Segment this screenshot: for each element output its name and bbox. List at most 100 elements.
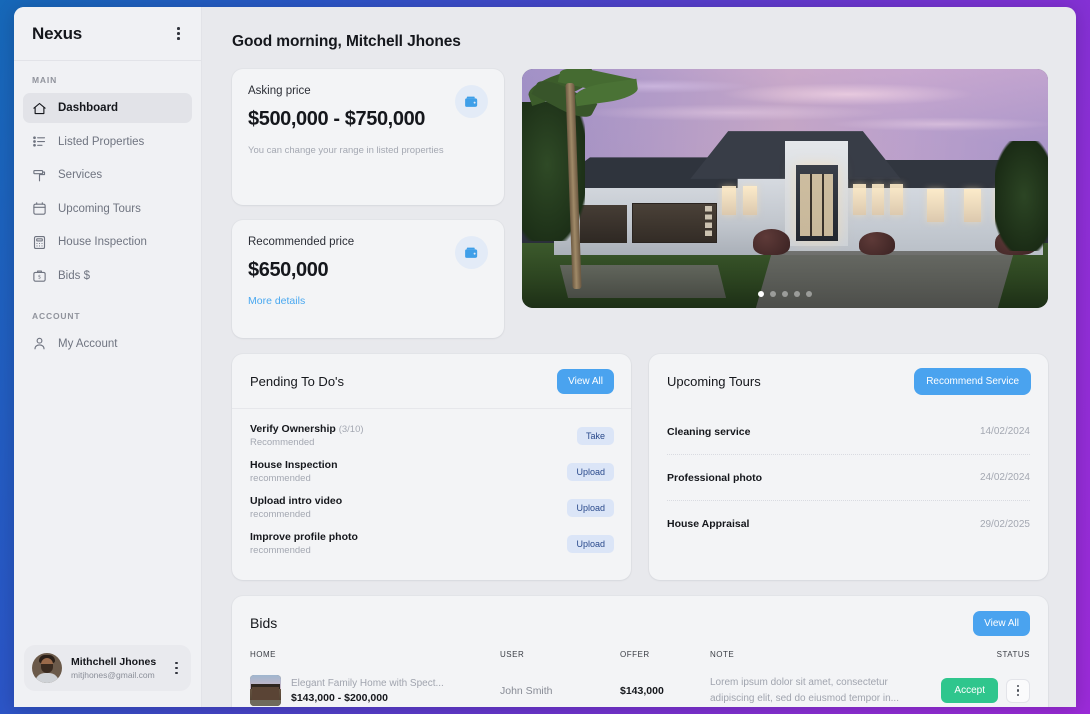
sidebar-item-bids[interactable]: $ Bids $	[23, 261, 192, 291]
dot	[177, 27, 180, 30]
todo-title: Verify Ownership (3/10)	[250, 423, 364, 435]
carousel-dot-2[interactable]	[770, 291, 776, 297]
upcoming-tours-title: Upcoming Tours	[667, 374, 761, 389]
app-brand: Nexus	[32, 23, 83, 43]
window	[742, 186, 757, 215]
recommend-service-button[interactable]: Recommend Service	[914, 368, 1031, 395]
driveway	[755, 250, 1015, 308]
carousel-dot-1[interactable]	[758, 291, 764, 297]
status-cell: Accept	[920, 678, 1030, 703]
table-row[interactable]: Elegant Family Home with Spect... $143,0…	[250, 675, 1030, 706]
list-item[interactable]: Cleaning service 14/02/2024	[667, 409, 1030, 455]
middle-row: Pending To Do's View All Verify Ownershi…	[232, 354, 1048, 580]
recommended-price-label: Recommended price	[248, 236, 355, 248]
todo-subtitle: recommended	[250, 509, 311, 520]
list-item[interactable]: Improve profile photo recommended Upload	[250, 526, 614, 562]
profile-name: Mithchell Jhones	[71, 656, 157, 669]
sidebar-item-my-account[interactable]: My Account	[23, 329, 192, 359]
todo-title: Improve profile photo	[250, 531, 358, 543]
list-item[interactable]: House Inspection recommended Upload	[250, 454, 614, 490]
paint-roller-icon	[32, 168, 47, 183]
tree-right	[995, 140, 1048, 251]
table-header-row: HOME USER OFFER NOTE STATUS	[250, 650, 1030, 675]
pending-todos-title: Pending To Do's	[250, 373, 345, 389]
bids-view-all-button[interactable]: View All	[973, 610, 1030, 636]
carousel-dot-5[interactable]	[806, 291, 812, 297]
asking-price-card: Asking price $500,000 - $750,000 You can…	[232, 69, 504, 205]
todo-title-text: Verify Ownership	[250, 423, 336, 435]
user-icon	[32, 336, 47, 351]
thumbnail-ground	[250, 699, 281, 706]
row-kebab-menu-icon[interactable]	[1006, 678, 1030, 703]
svg-text:$: $	[38, 274, 41, 280]
calendar-icon	[32, 201, 47, 216]
cell-user: John Smith	[500, 684, 553, 697]
sidebar-item-upcoming-tours[interactable]: Upcoming Tours	[23, 194, 192, 224]
dot	[175, 661, 178, 665]
more-details-link[interactable]: More details	[248, 295, 305, 307]
todo-texts: House Inspection recommended	[250, 459, 338, 484]
entry-door	[795, 164, 838, 242]
sidebar-item-services[interactable]: Services	[23, 160, 192, 190]
sidebar-item-listed-properties[interactable]: Listed Properties	[23, 127, 192, 157]
sidebar-item-house-inspection[interactable]: House Inspection	[23, 227, 192, 257]
asking-price-value: $500,000 - $750,000	[248, 108, 426, 130]
cell-status: Accept	[920, 675, 1030, 706]
sidebar-item-label: My Account	[58, 337, 118, 350]
carousel-dot-4[interactable]	[794, 291, 800, 297]
upcoming-tours-header: Upcoming Tours Recommend Service	[649, 354, 1048, 409]
todo-texts: Improve profile photo recommended	[250, 531, 358, 556]
shrub	[858, 231, 896, 256]
cell-offer: $143,000	[620, 684, 664, 697]
profile-kebab-menu-icon[interactable]	[170, 659, 183, 678]
home-title: Elegant Family Home with Spect...	[291, 677, 444, 689]
list-item[interactable]: Professional photo 24/02/2024	[667, 455, 1030, 501]
dot	[175, 671, 178, 675]
carousel-dot-3[interactable]	[782, 291, 788, 297]
tours-list: Cleaning service 14/02/2024 Professional…	[649, 409, 1048, 547]
todos-view-all-button[interactable]: View All	[557, 368, 614, 394]
dot	[175, 666, 178, 670]
profile-card[interactable]: Mithchell Jhones mitjhones@gmail.com	[24, 645, 191, 691]
garage-door-secondary	[579, 205, 628, 244]
calculator-icon	[32, 235, 47, 250]
todo-action-button[interactable]: Upload	[567, 462, 614, 481]
todo-count: (3/10)	[338, 424, 364, 435]
tour-name: House Appraisal	[667, 518, 750, 530]
home-price-range: $143,000 - $200,000	[291, 691, 388, 704]
sidebar-kebab-menu-icon[interactable]	[172, 24, 185, 43]
list-item[interactable]: Verify Ownership (3/10) Recommended Take	[250, 418, 614, 454]
dot	[1016, 693, 1020, 697]
tour-name: Cleaning service	[667, 425, 751, 438]
wallet-icon	[455, 236, 488, 269]
list-item[interactable]: House Appraisal 29/02/2025	[667, 501, 1030, 547]
column-header-offer: OFFER	[620, 650, 650, 659]
nav-section-label-account: ACCOUNT	[32, 310, 81, 321]
driveway-secondary	[559, 265, 727, 299]
todo-action-button[interactable]: Upload	[567, 534, 614, 553]
dot	[177, 32, 180, 35]
profile-email: mitjhones@gmail.com	[71, 669, 155, 680]
accept-bid-button[interactable]: Accept	[941, 678, 998, 703]
pending-todos-panel: Pending To Do's View All Verify Ownershi…	[232, 354, 631, 580]
column-header-status: STATUS	[996, 650, 1030, 659]
asking-price-label: Asking price	[248, 85, 311, 97]
thumbnail-house	[252, 686, 279, 701]
pending-todos-header: Pending To Do's View All	[232, 354, 631, 409]
todo-action-button[interactable]: Upload	[567, 498, 614, 517]
list-item[interactable]: Upload intro video recommended Upload	[250, 490, 614, 526]
recommended-price-card: Recommended price $650,000 More details	[232, 220, 504, 338]
todo-action-button[interactable]: Take	[576, 426, 614, 445]
todo-subtitle: recommended	[250, 545, 311, 556]
column-header-note: NOTE	[710, 650, 735, 659]
upcoming-tours-panel: Upcoming Tours Recommend Service Cleanin…	[649, 354, 1048, 580]
garage-door-main	[632, 202, 717, 244]
tour-date: 29/02/2025	[979, 518, 1030, 530]
todo-title: House Inspection	[250, 459, 338, 471]
carousel-dots[interactable]	[758, 291, 812, 297]
sidebar-item-dashboard[interactable]: Dashboard	[23, 93, 192, 123]
home-cell: Elegant Family Home with Spect... $143,0…	[250, 675, 500, 706]
column-header-user: USER	[500, 650, 525, 659]
asking-price-hint: You can change your range in listed prop…	[248, 145, 444, 156]
property-hero-image[interactable]	[522, 69, 1048, 308]
